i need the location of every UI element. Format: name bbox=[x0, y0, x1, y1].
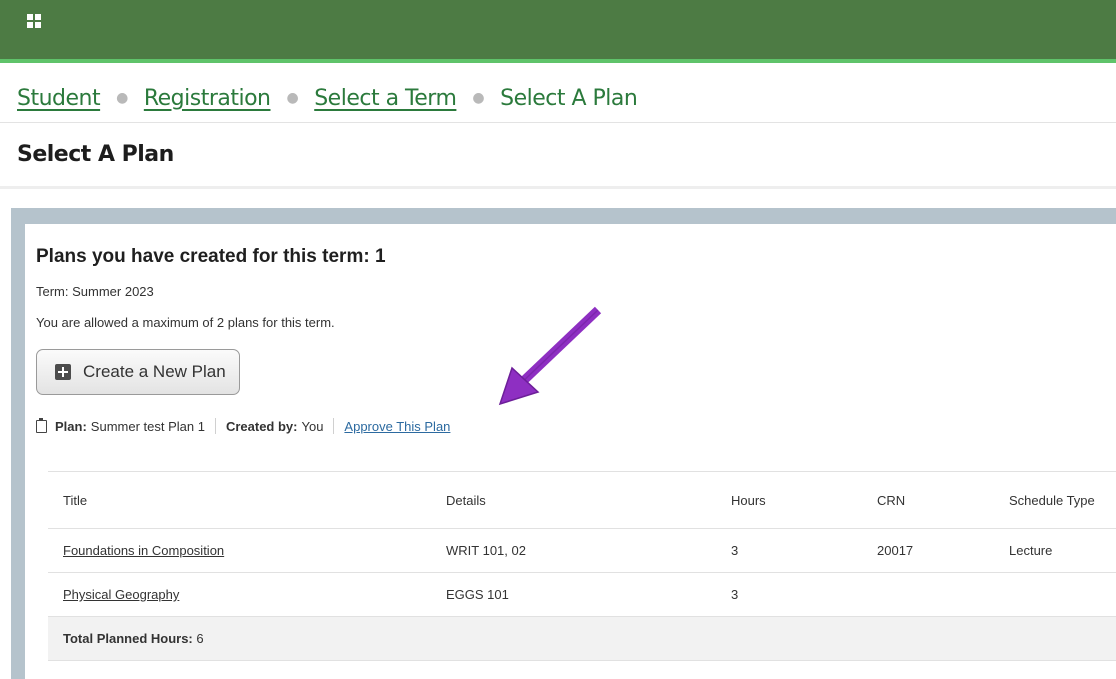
plus-icon bbox=[55, 364, 71, 380]
create-new-plan-label: Create a New Plan bbox=[83, 362, 226, 381]
create-new-plan-button[interactable]: Create a New Plan bbox=[36, 349, 240, 395]
column-header-crn[interactable]: CRN bbox=[862, 471, 994, 529]
plan-name: Summer test Plan 1 bbox=[90, 418, 205, 434]
course-title-link[interactable]: Foundations in Composition bbox=[63, 543, 224, 558]
column-header-schedule-type[interactable]: Schedule Type bbox=[994, 471, 1116, 529]
cell-crn bbox=[862, 572, 994, 617]
top-bar bbox=[0, 0, 1116, 63]
breadcrumb-select-term[interactable]: Select a Term bbox=[314, 86, 457, 111]
breadcrumb-separator: ● bbox=[116, 90, 128, 106]
total-value: 6 bbox=[196, 631, 204, 646]
plan-info: Plan: Summer test Plan 1 Created by: You… bbox=[36, 416, 450, 436]
created-by-value: You bbox=[301, 418, 324, 434]
cell-hours: 3 bbox=[716, 528, 862, 573]
total-planned-hours: Total Planned Hours: 6 bbox=[48, 616, 1116, 661]
approve-plan-link[interactable]: Approve This Plan bbox=[344, 419, 450, 434]
breadcrumb-registration[interactable]: Registration bbox=[144, 86, 271, 111]
cell-hours: 3 bbox=[716, 572, 862, 617]
column-header-title[interactable]: Title bbox=[48, 471, 431, 529]
column-header-hours[interactable]: Hours bbox=[716, 471, 862, 529]
term-label: Term: Summer 2023 bbox=[36, 284, 154, 299]
total-label: Total Planned Hours: bbox=[63, 631, 193, 646]
plans-panel-body: Plans you have created for this term: 1 … bbox=[25, 224, 1116, 679]
divider bbox=[214, 418, 216, 434]
divider bbox=[333, 418, 335, 434]
divider bbox=[0, 122, 1116, 123]
plans-heading: Plans you have created for this term: 1 bbox=[36, 246, 386, 267]
created-by-label: Created by: bbox=[225, 418, 298, 434]
cell-crn: 20017 bbox=[862, 528, 994, 573]
table-header-row: Title Details Hours CRN Schedule Type bbox=[48, 471, 1116, 529]
total-row: Total Planned Hours: 6 bbox=[48, 616, 1116, 661]
table-row: Physical Geography EGGS 101 3 bbox=[48, 572, 1116, 617]
cell-title: Physical Geography bbox=[48, 572, 431, 617]
cell-schedule-type: Lecture bbox=[994, 528, 1116, 573]
breadcrumb-separator: ● bbox=[286, 90, 299, 106]
course-title-link[interactable]: Physical Geography bbox=[63, 587, 179, 602]
breadcrumb-student[interactable]: Student bbox=[17, 86, 101, 111]
grid-icon[interactable] bbox=[27, 14, 41, 28]
cell-details: WRIT 101, 02 bbox=[431, 528, 716, 573]
max-plans-note: You are allowed a maximum of 2 plans for… bbox=[36, 315, 335, 330]
divider bbox=[0, 186, 1116, 189]
clipboard-icon bbox=[36, 417, 47, 433]
table-row: Foundations in Composition WRIT 101, 02 … bbox=[48, 528, 1116, 573]
cell-title: Foundations in Composition bbox=[48, 528, 431, 573]
column-header-details[interactable]: Details bbox=[431, 471, 716, 529]
breadcrumb-separator: ● bbox=[472, 90, 485, 106]
plan-courses-table: Title Details Hours CRN Schedule Type Fo… bbox=[48, 471, 1116, 661]
breadcrumb: Student ● Registration ● Select a Term ●… bbox=[17, 80, 638, 116]
breadcrumb-current: Select A Plan bbox=[500, 85, 638, 111]
plans-panel: Plans you have created for this term: 1 … bbox=[11, 208, 1116, 679]
page-title: Select A Plan bbox=[17, 142, 174, 167]
cell-schedule-type bbox=[994, 572, 1116, 617]
cell-details: EGGS 101 bbox=[431, 572, 716, 617]
plan-label: Plan: bbox=[55, 418, 87, 434]
